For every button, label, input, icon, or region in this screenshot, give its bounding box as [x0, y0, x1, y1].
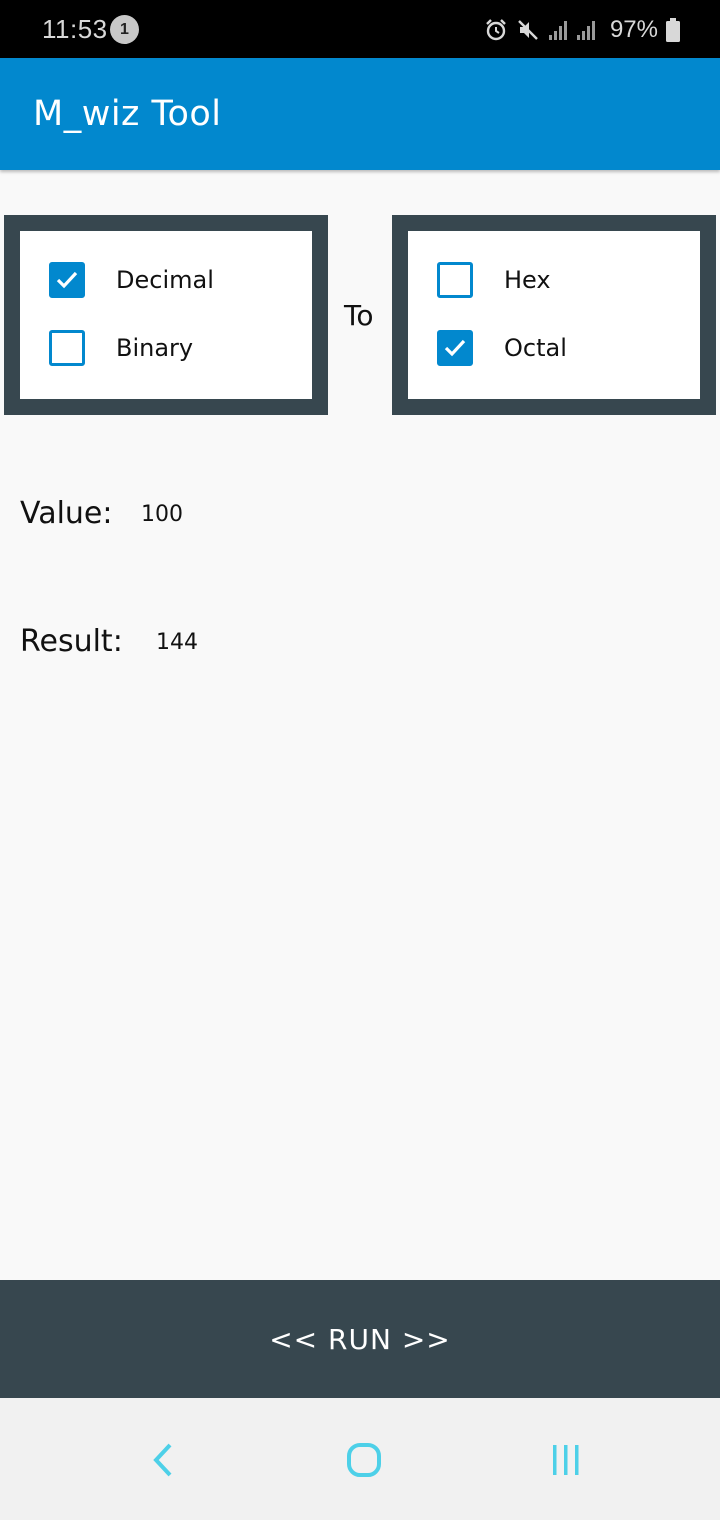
- signal-icon: [548, 19, 568, 41]
- checkbox-binary[interactable]: [49, 330, 85, 366]
- status-icons: 97%: [484, 15, 680, 45]
- option-label: Decimal: [116, 266, 214, 294]
- option-label: Binary: [116, 334, 194, 362]
- option-label: Octal: [504, 334, 567, 362]
- app-bar: M_wiz Tool: [0, 58, 720, 170]
- battery-icon: [666, 18, 680, 42]
- option-octal[interactable]: Octal: [437, 330, 567, 366]
- option-hex[interactable]: Hex: [437, 262, 551, 298]
- option-label: Hex: [504, 266, 551, 294]
- checkbox-hex[interactable]: [437, 262, 473, 298]
- option-decimal[interactable]: Decimal: [49, 262, 214, 298]
- to-options-panel: Hex Octal: [392, 215, 716, 415]
- checkmark-icon: [56, 271, 78, 289]
- checkmark-icon: [444, 339, 466, 357]
- battery-percent: 97%: [609, 16, 658, 43]
- option-binary[interactable]: Binary: [49, 330, 193, 366]
- result-value: 144: [156, 630, 198, 655]
- home-icon[interactable]: [334, 1436, 394, 1484]
- status-bar: 11:53 1 97%: [0, 0, 720, 58]
- recent-apps-icon[interactable]: [536, 1436, 596, 1484]
- navigation-bar: [0, 1398, 720, 1520]
- app-screen: 11:53 1 97% M_wiz Tool Decimal Binary To…: [0, 0, 720, 1520]
- checkbox-decimal[interactable]: [49, 262, 85, 298]
- run-button[interactable]: << RUN >>: [0, 1280, 720, 1398]
- notification-badge: 1: [110, 15, 139, 44]
- result-label: Result:: [20, 624, 123, 659]
- app-title: M_wiz Tool: [33, 94, 222, 134]
- value-field[interactable]: 100: [141, 502, 183, 527]
- checkbox-octal[interactable]: [437, 330, 473, 366]
- from-options-panel: Decimal Binary: [4, 215, 328, 415]
- mute-icon: [516, 18, 540, 42]
- alarm-icon: [484, 18, 508, 42]
- to-label: To: [344, 299, 374, 332]
- value-label: Value:: [20, 496, 113, 531]
- status-time: 11:53: [42, 14, 108, 44]
- signal-icon: [576, 19, 596, 41]
- back-icon[interactable]: [133, 1436, 193, 1484]
